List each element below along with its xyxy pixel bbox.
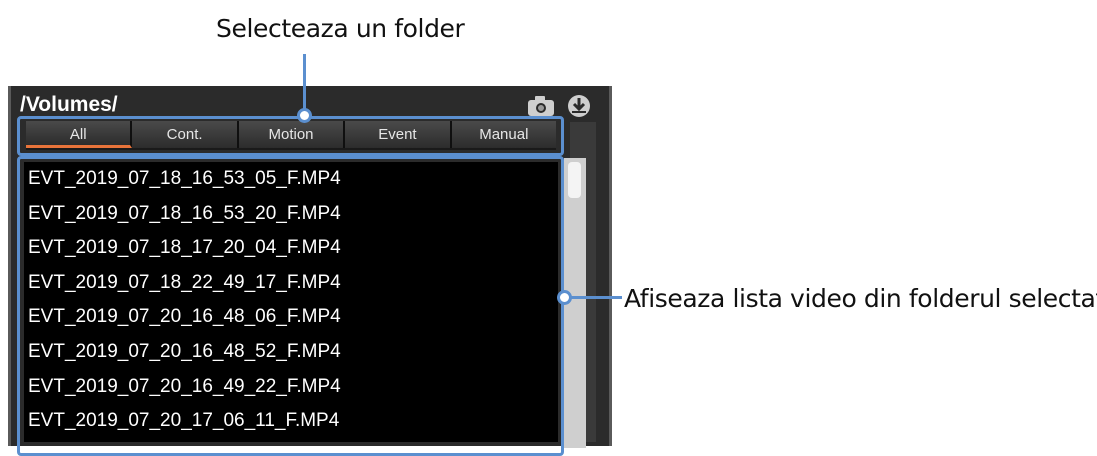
path-label: /Volumes/	[20, 93, 118, 116]
list-highlight-frame	[17, 156, 564, 456]
callout-select-folder: Selecteaza un folder	[216, 14, 465, 43]
leader-line-right	[568, 296, 622, 299]
leader-dot-top	[297, 108, 312, 123]
download-icon[interactable]	[564, 92, 594, 118]
leader-dot-right	[557, 290, 572, 305]
scrollbar-thumb[interactable]	[568, 162, 581, 198]
tabs-highlight-frame	[17, 116, 564, 156]
camera-icon[interactable]	[526, 92, 556, 118]
callout-video-list: Afiseaza lista video din folderul select…	[624, 284, 1097, 313]
leader-line-top	[303, 54, 306, 112]
